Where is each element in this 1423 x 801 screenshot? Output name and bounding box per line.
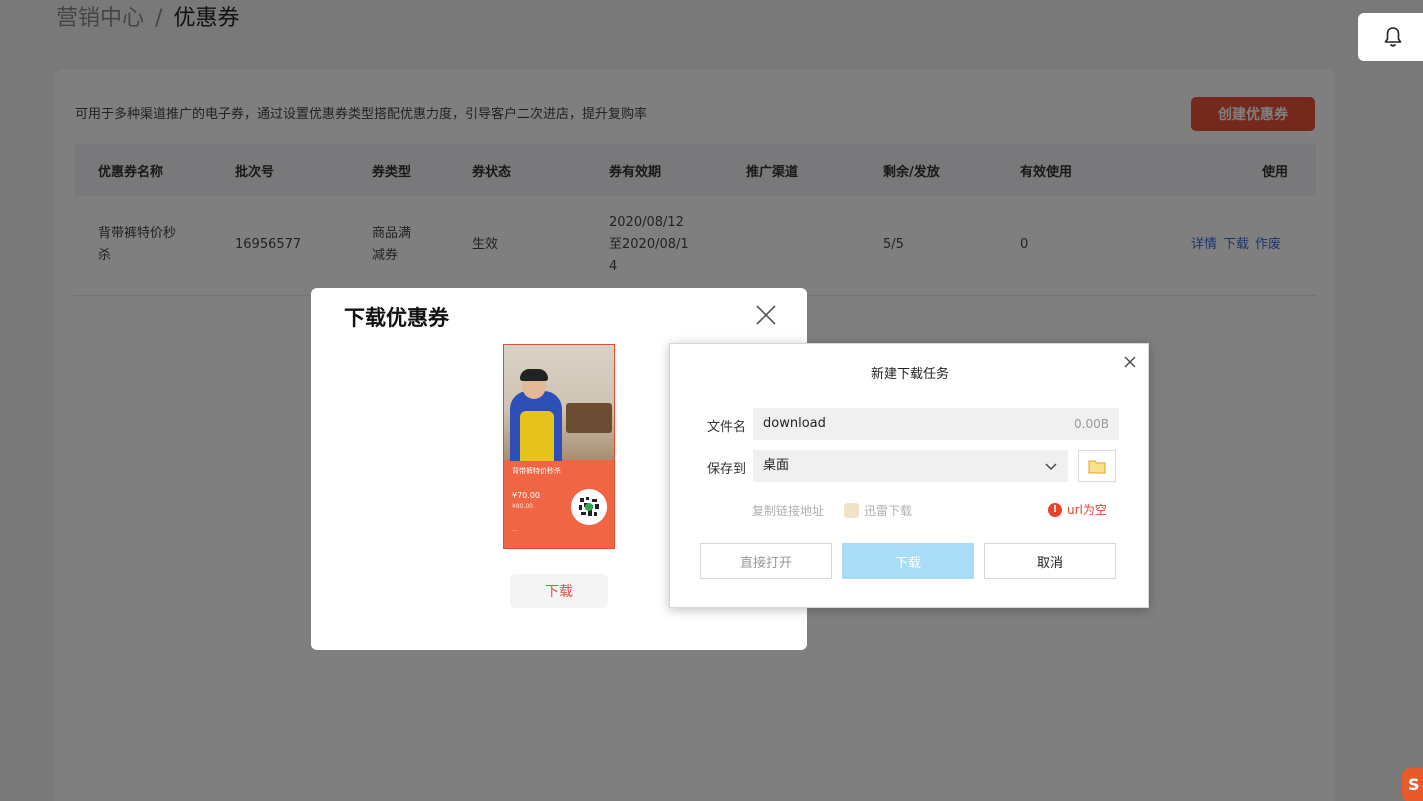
coupon-poster-image: 背带裤特价秒杀 ¥70.00 ¥80.00 ··· (503, 344, 615, 549)
modal-title: 下载优惠券 (344, 306, 449, 330)
bell-icon (1384, 27, 1402, 47)
open-directly-button[interactable]: 直接打开 (700, 543, 832, 579)
filename-value: download (763, 416, 826, 431)
coupon-download-button[interactable]: 下载 (510, 574, 608, 608)
saveto-select[interactable]: 桌面 (753, 450, 1068, 482)
dialog-title: 新建下载任务 (870, 367, 949, 382)
filename-input[interactable]: download 0.00B (753, 408, 1119, 440)
saveto-value: 桌面 (763, 458, 790, 473)
close-icon[interactable] (1123, 355, 1137, 369)
poster-figure-apron (520, 411, 554, 461)
chevron-down-icon (1045, 463, 1057, 470)
poster-price-now: ¥70.00 (512, 491, 540, 500)
xunlei-download-button[interactable]: 迅雷下载 (844, 502, 912, 519)
close-icon[interactable] (755, 304, 777, 326)
poster-figure-cap (520, 369, 548, 381)
notification-button[interactable] (1358, 13, 1423, 61)
xunlei-label: 迅雷下载 (864, 504, 913, 518)
poster-footnote: ··· (512, 528, 518, 535)
url-empty-text: url为空 (1067, 503, 1107, 517)
saveto-label: 保存到 (707, 462, 747, 477)
warning-icon: ! (1048, 502, 1062, 517)
url-empty-warning: ! url为空 (1048, 501, 1107, 518)
cancel-button[interactable]: 取消 (984, 543, 1116, 579)
folder-icon (1088, 460, 1106, 473)
sogou-logo-icon[interactable]: S (1402, 768, 1423, 801)
poster-photo (504, 345, 614, 461)
poster-promo-text: 背带裤特价秒杀 (512, 467, 561, 475)
poster-price-old: ¥80.00 (512, 503, 533, 510)
new-download-task-dialog: 新建下载任务 文件名 download 0.00B 保存到 桌面 复制链接地址 … (669, 343, 1149, 608)
filename-label: 文件名 (707, 420, 747, 435)
file-size: 0.00B (1074, 417, 1109, 431)
download-button[interactable]: 下载 (842, 543, 974, 579)
browse-folder-button[interactable] (1078, 450, 1116, 482)
copy-link-button[interactable]: 复制链接地址 (752, 502, 824, 519)
xunlei-icon (844, 503, 859, 518)
qr-code-icon (571, 489, 607, 525)
poster-shelf (566, 403, 612, 433)
